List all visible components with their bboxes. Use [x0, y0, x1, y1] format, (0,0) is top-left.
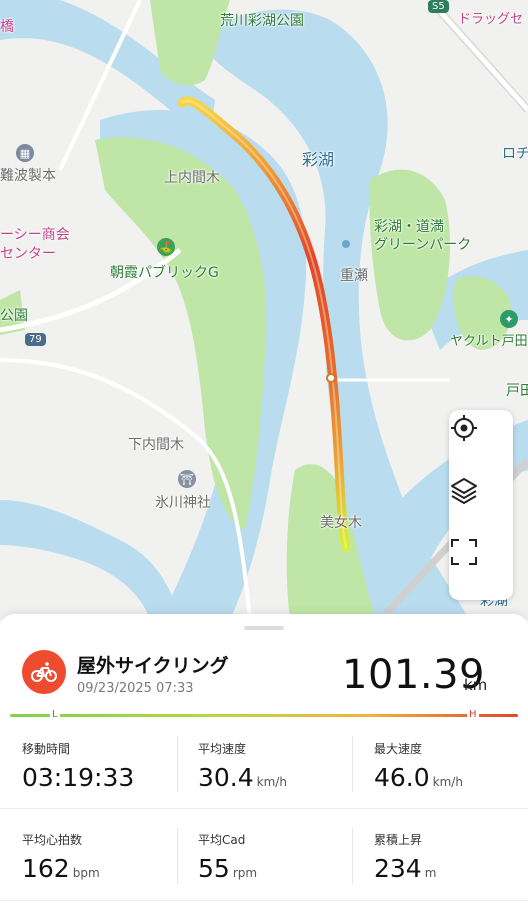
stat-label: 平均速度 [198, 742, 247, 756]
map-label-drugstore: ドラッグセ [458, 12, 524, 27]
divider [352, 736, 353, 792]
gradient-low-label: L [50, 709, 60, 720]
stat-value: 55 rpm [198, 854, 258, 883]
shrine-pin-icon[interactable]: ⛩ [178, 470, 196, 488]
map-label-toda: 戸田 [506, 383, 528, 399]
activity-summary-sheet[interactable]: 屋外サイクリング 09/23/2025 07:33 101.39 km L H … [0, 614, 528, 911]
stat-label: 移動時間 [22, 742, 71, 756]
activity-title: 屋外サイクリング [77, 655, 229, 677]
road-badge-s5: S5 [428, 0, 449, 13]
stat-value: 30.4 km/h [198, 763, 287, 792]
stat-label: 平均Cad [198, 833, 246, 847]
map-label-roche: ロチ [502, 146, 528, 162]
stat-value: 162 bpm [22, 854, 100, 883]
drag-handle[interactable] [244, 626, 284, 630]
divider [177, 736, 178, 792]
locate-icon [451, 415, 477, 441]
map-label-tenjyogi: 美女木 [320, 515, 362, 531]
stat-value: 234 m [374, 854, 437, 883]
bicycle-icon [31, 662, 57, 682]
map-label-bridge: 橋 [0, 19, 14, 35]
map-label-shimonaiki: 下内間木 [128, 437, 184, 453]
map-label-jyuse: 重瀬 [340, 268, 368, 284]
sports-pin-icon[interactable]: ✦ [500, 310, 518, 328]
map-label-araka-park: 荒川彩湖公園 [220, 13, 304, 29]
stat-avg-cadence: 平均Cad 55 rpm [198, 831, 358, 883]
map-controls [449, 410, 513, 600]
speed-gradient-bar [10, 714, 518, 717]
stat-label: 累積上昇 [374, 833, 423, 847]
layers-icon [451, 478, 477, 504]
gradient-high-label: H [467, 709, 479, 720]
row-divider [0, 808, 528, 809]
distance-unit: km [464, 676, 488, 694]
fullscreen-button[interactable] [449, 537, 513, 597]
map-label-park-left: 公園 [0, 308, 28, 324]
road-badge-79: 79 [25, 333, 46, 346]
map-label-yakult: ヤクルト戸田 [450, 334, 528, 349]
divider [352, 828, 353, 884]
map-label-saiko-green-park: 彩湖・道満 グリーンパーク [374, 219, 472, 253]
stat-label: 平均心拍数 [22, 833, 83, 847]
fullscreen-icon [451, 539, 477, 565]
stat-value: 03:19:33 [22, 763, 135, 792]
map-label-shop-b: センター [0, 246, 56, 262]
map-label-kaminaiki: 上内間木 [164, 170, 220, 186]
map-label-shop-a: ーシー商会 [0, 227, 70, 243]
row-divider [0, 900, 528, 901]
water-dot-icon [342, 240, 350, 248]
stat-elevation-gain: 累積上昇 234 m [374, 831, 528, 883]
factory-pin-icon[interactable]: ▦ [16, 144, 34, 162]
locate-button[interactable] [449, 413, 513, 473]
stat-max-speed: 最大速度 46.0 km/h [374, 740, 528, 792]
map-label-asaka-public: 朝霞パブリックG [110, 265, 219, 281]
activity-type-badge [22, 650, 66, 694]
golf-pin-icon[interactable]: ⛳ [157, 238, 175, 256]
stat-avg-heart-rate: 平均心拍数 162 bpm [22, 831, 182, 883]
route-map[interactable]: 荒川彩湖公園 彩湖 上内間木 彩湖・道満 グリーンパーク 重瀬 朝霞パブリックG… [0, 0, 528, 620]
divider [177, 828, 178, 884]
stat-value: 46.0 km/h [374, 763, 463, 792]
map-label-namba: 難波製本 [0, 168, 56, 184]
stat-label: 最大速度 [374, 742, 423, 756]
stat-avg-speed: 平均速度 30.4 km/h [198, 740, 358, 792]
map-label-saiko: 彩湖 [302, 150, 335, 169]
activity-datetime: 09/23/2025 07:33 [77, 681, 194, 696]
layers-button[interactable] [449, 475, 513, 535]
stat-moving-time: 移動時間 03:19:33 [22, 740, 182, 792]
map-label-hikawa: 氷川神社 [155, 495, 211, 511]
